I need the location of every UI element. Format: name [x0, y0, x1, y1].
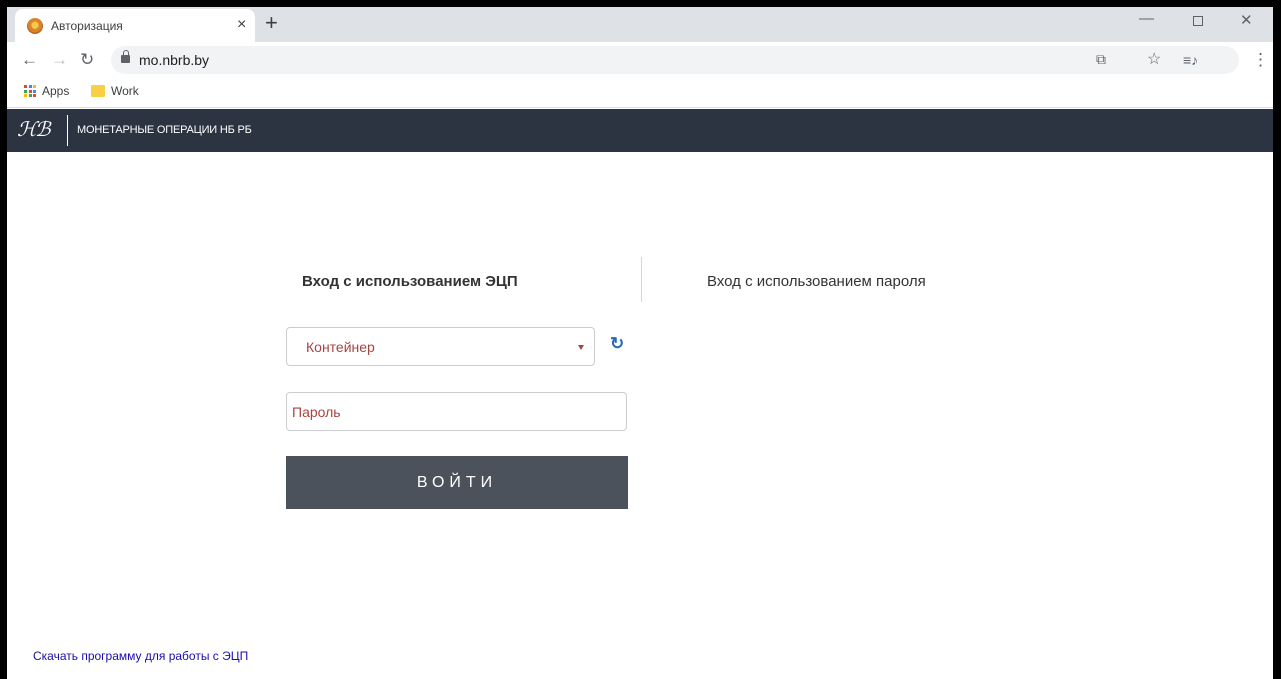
container-select[interactable]: Контейнер [286, 327, 595, 366]
tab-title: Авторизация [51, 19, 123, 33]
site-title[interactable]: МОНЕТАРНЫЕ ОПЕРАЦИИ НБ РБ [77, 124, 252, 136]
menu-kebab-icon[interactable]: ⋮ [1252, 50, 1269, 70]
bookmark-work[interactable]: Work [91, 84, 139, 98]
tabs-divider [641, 257, 642, 302]
site-favicon-icon [27, 18, 43, 34]
login-page: Вход с использованием ЭЦП Вход с использ… [7, 152, 1273, 679]
download-ecp-program-link[interactable]: Скачать программу для работы с ЭЦП [33, 649, 248, 663]
tab-ecp-login[interactable]: Вход с использованием ЭЦП [302, 273, 518, 290]
bookmark-star-icon[interactable]: ☆ [1147, 49, 1161, 69]
window-close-icon[interactable]: ✕ [1240, 11, 1253, 31]
media-queue-icon[interactable]: ≡♪ [1183, 50, 1198, 70]
tab-close-icon[interactable]: × [237, 15, 246, 35]
bookmark-label: Work [111, 84, 139, 98]
minimize-icon[interactable]: — [1139, 9, 1154, 29]
folder-icon [91, 85, 105, 97]
browser-tab[interactable]: Авторизация × [15, 9, 255, 42]
bookmarks-bar: Apps Work [7, 78, 1273, 108]
browser-toolbar: ← → ↻ mo.nbrb.by ⧉ ☆ ≡♪ ⋮ [7, 42, 1273, 78]
password-field[interactable] [286, 392, 627, 431]
site-header: ℋℬ МОНЕТАРНЫЕ ОПЕРАЦИИ НБ РБ [7, 109, 1273, 152]
forward-arrow-icon[interactable]: → [51, 50, 68, 70]
lock-icon[interactable] [121, 50, 130, 63]
bookmark-apps[interactable]: Apps [24, 84, 69, 98]
browser-window: Авторизация × + — ✕ ← → ↻ mo.nbrb.by ⧉ ☆… [7, 7, 1273, 679]
tab-strip: Авторизация × + — ✕ [7, 7, 1273, 42]
apps-grid-icon [24, 85, 36, 97]
address-bar[interactable]: mo.nbrb.by ⧉ ☆ [111, 46, 1239, 74]
refresh-containers-icon[interactable]: ↻ [610, 334, 624, 354]
header-divider [67, 115, 68, 146]
back-arrow-icon[interactable]: ← [21, 50, 38, 70]
url-text[interactable]: mo.nbrb.by [139, 52, 209, 68]
bookmark-label: Apps [42, 84, 70, 98]
chevron-down-icon [578, 345, 584, 350]
tab-password-login[interactable]: Вход с использованием пароля [707, 273, 926, 290]
restore-icon[interactable] [1193, 11, 1203, 31]
nbrb-logo[interactable]: ℋℬ [17, 117, 50, 141]
reload-icon[interactable]: ↻ [80, 50, 94, 70]
translate-icon[interactable]: ⧉ [1096, 51, 1106, 68]
login-button[interactable]: ВОЙТИ [286, 456, 628, 509]
container-select-value: Контейнер [306, 339, 375, 355]
new-tab-button[interactable]: + [265, 12, 278, 34]
